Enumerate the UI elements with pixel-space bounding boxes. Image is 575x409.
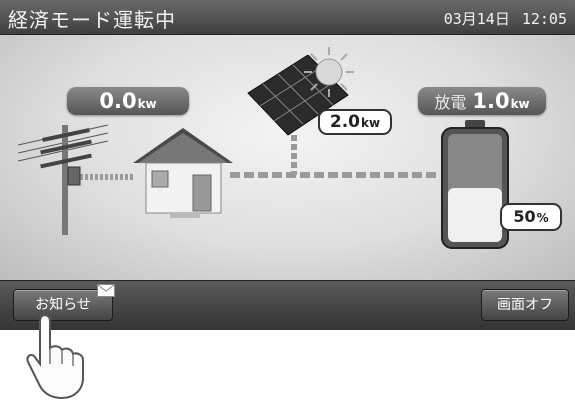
battery-icon (441, 120, 509, 249)
grid-power-value: 0.0 (99, 89, 137, 113)
screen-off-button[interactable]: 画面オフ (481, 289, 569, 321)
power-pole-icon (18, 124, 108, 235)
battery-mode-label: 放電 (434, 93, 467, 112)
battery-charge-value: 50 (513, 207, 536, 226)
operation-mode-title: 経済モード運転中 (8, 8, 176, 32)
datetime-display: 03月14日 12:05 (432, 8, 567, 29)
solar-power-unit: kw (361, 116, 381, 130)
energy-flow-diagram: 0.0kw 2.0kw 放電 1.0kw 50% (0, 35, 575, 280)
battery-charge-bubble: 50% (500, 203, 562, 231)
time-label: 12:05 (521, 10, 567, 28)
house-icon (133, 128, 233, 218)
date-label: 03月14日 (443, 10, 510, 28)
hems-screen: 経済モード運転中 03月14日 12:05 0.0kw 2.0kw 放電 1.0… (0, 0, 575, 330)
mail-icon (97, 284, 115, 297)
grid-power-bubble: 0.0kw (67, 87, 189, 115)
battery-charge-unit: % (536, 211, 549, 225)
battery-power-value: 1.0 (472, 89, 510, 113)
grid-power-unit: kw (137, 97, 157, 111)
battery-power-bubble: 放電 1.0kw (418, 87, 546, 115)
solar-power-value: 2.0 (329, 112, 361, 132)
battery-power-unit: kw (510, 97, 530, 111)
status-bar: 経済モード運転中 03月14日 12:05 (0, 0, 575, 35)
sun-icon (304, 47, 354, 97)
pointing-hand-icon (26, 314, 84, 400)
battery-charge-fill (448, 188, 502, 242)
solar-power-bubble: 2.0kw (318, 109, 392, 135)
